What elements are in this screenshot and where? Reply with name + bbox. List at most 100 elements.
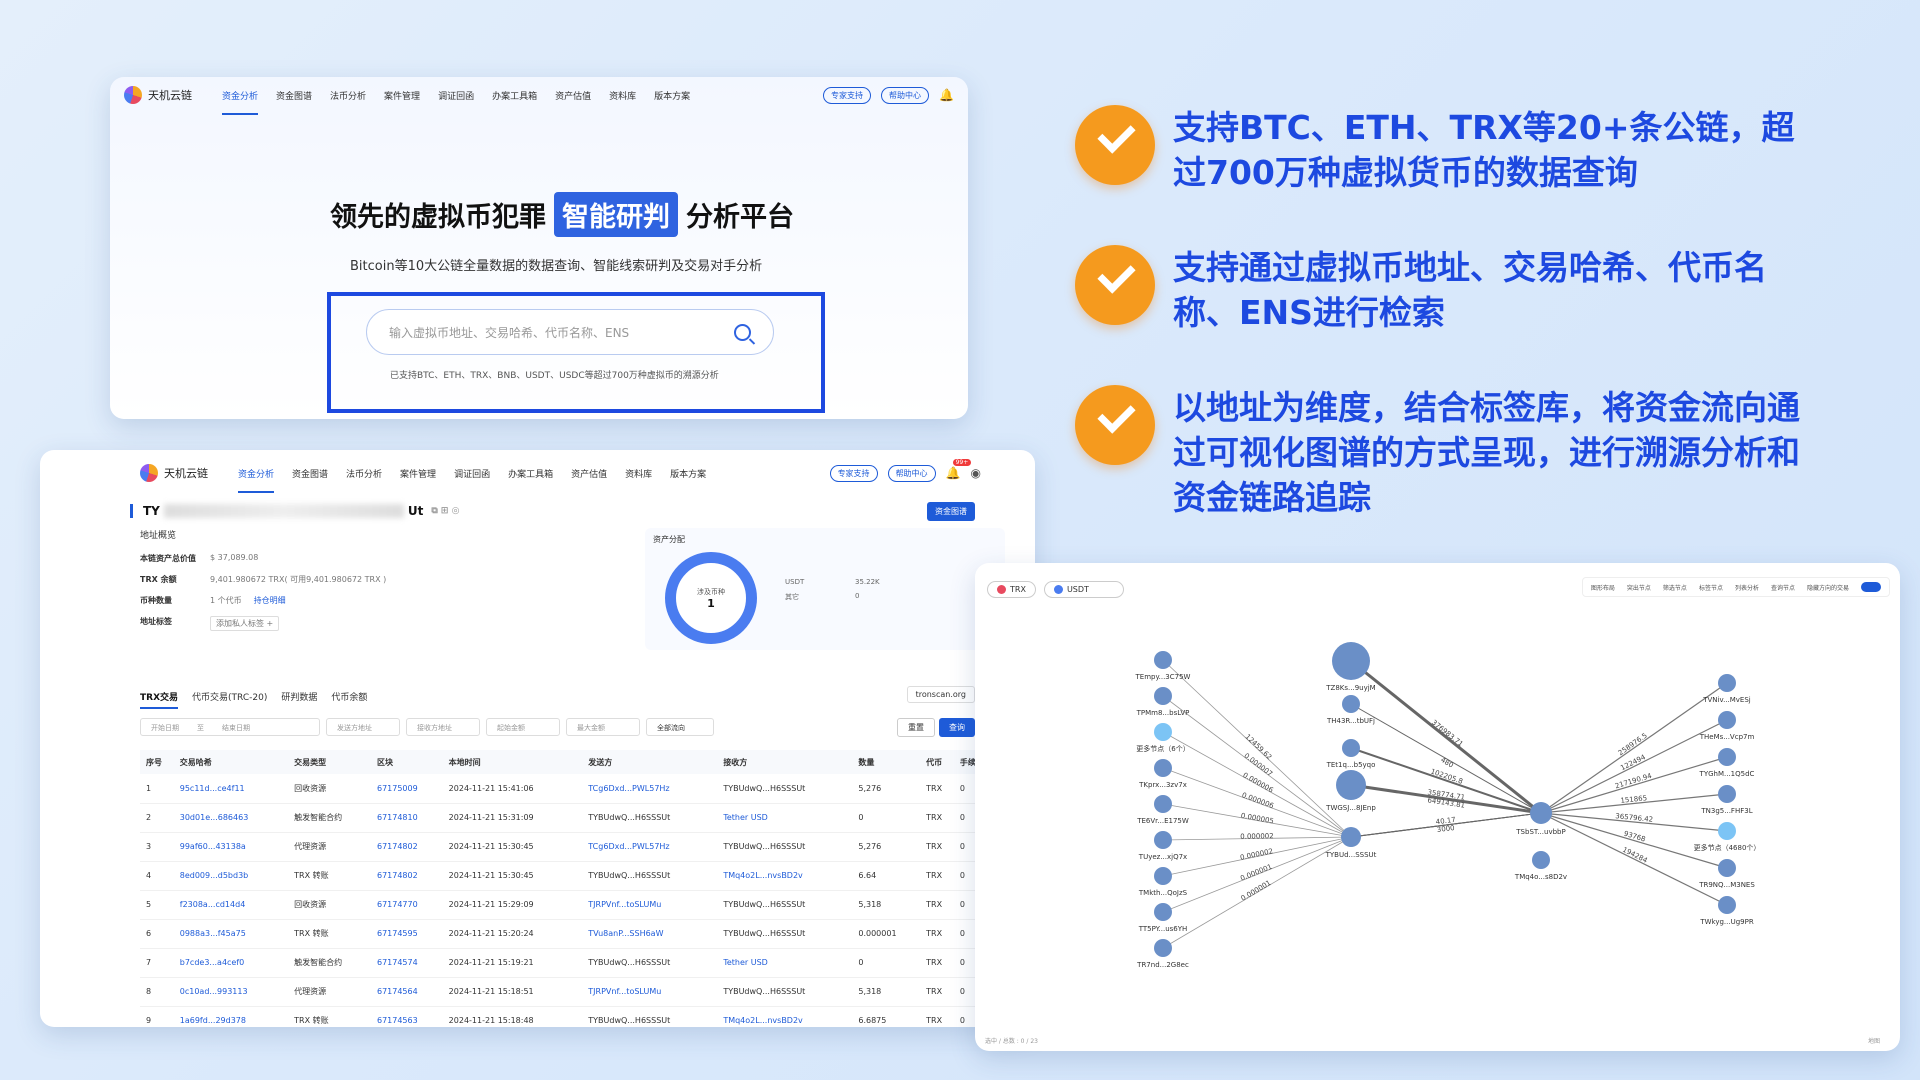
copy-icon[interactable]: ⧉ ⊞ ◎ [431, 506, 459, 516]
expert-support-button[interactable]: 专家支持 [823, 86, 872, 104]
graph-node[interactable] [1718, 748, 1736, 766]
fund-flow-graph[interactable]: 12459.620.0000070.0000060.0000060.000005… [975, 563, 1900, 1051]
table-row[interactable]: 4 8ed009...d5bd3b TRX 转账 67174802 2024-11-21… [140, 861, 1000, 891]
nav-item-graph[interactable]: 资金图谱 [292, 464, 328, 483]
help-center-button[interactable]: 帮助中心 [881, 86, 930, 104]
graph-node[interactable] [1154, 795, 1172, 813]
expert-support-button[interactable]: 专家支持 [829, 464, 878, 482]
nav-item-valuation[interactable]: 资产估值 [571, 464, 607, 483]
table-cell[interactable]: 30d01e...686463 [173, 803, 289, 833]
table-row[interactable]: 1 95c11d...ce4f11 回收资源 67175009 2024-11-21 1… [140, 774, 1000, 804]
logo[interactable]: 天机云链 [140, 464, 208, 482]
nav-item-evidence[interactable]: 调证回函 [454, 464, 490, 483]
graph-node[interactable] [1154, 687, 1172, 705]
graph-node[interactable] [1154, 903, 1172, 921]
search-icon[interactable] [734, 323, 751, 341]
table-cell[interactable]: TMq4o2L...nvsBD2v [717, 861, 853, 891]
graph-node[interactable] [1718, 896, 1736, 914]
graph-node[interactable] [1154, 759, 1172, 777]
nav-item-funds[interactable]: 资金分析 [222, 86, 259, 115]
nav-item-library[interactable]: 资料库 [609, 86, 636, 105]
avatar[interactable]: ◉ [971, 466, 981, 480]
graph-node[interactable] [1342, 739, 1360, 757]
table-cell[interactable]: TYBUdwQ...H6SSSUt [582, 861, 718, 891]
table-cell[interactable]: TYBUdwQ...H6SSSUt [582, 803, 718, 833]
help-center-button[interactable]: 帮助中心 [887, 464, 936, 482]
table-cell[interactable]: TVu8anP...SSH6aW [582, 919, 718, 949]
table-cell[interactable]: TYBUdwQ...H6SSSUt [717, 890, 853, 920]
table-cell[interactable]: Tether USD [717, 948, 853, 978]
table-cell[interactable]: 67175009 [370, 774, 443, 804]
nav-item-toolbox[interactable]: 办案工具箱 [508, 464, 553, 483]
nav-item-graph[interactable]: 资金图谱 [276, 86, 312, 105]
tab-trx-tx[interactable]: TRX交易 [140, 690, 179, 709]
table-cell[interactable]: 67174563 [370, 1006, 443, 1027]
table-cell[interactable]: Tether USD [717, 803, 853, 833]
graph-node[interactable] [1154, 651, 1172, 669]
nav-item-library[interactable]: 资料库 [625, 464, 652, 483]
table-cell[interactable]: TCg6Dxd...PWL57Hz [582, 774, 718, 804]
date-range-input[interactable]: 开始日期 至 结束日期 [140, 718, 320, 736]
table-cell[interactable]: 67174810 [370, 803, 443, 833]
nav-item-funds[interactable]: 资金分析 [238, 464, 275, 493]
table-cell[interactable]: TYBUdwQ...H6SSSUt [717, 919, 853, 949]
table-cell[interactable]: TJRPVnf...toSLUMu [582, 977, 718, 1007]
table-cell[interactable]: 1a69fd...29d378 [173, 1006, 289, 1027]
nav-item-fiat[interactable]: 法币分析 [346, 464, 382, 483]
table-cell[interactable]: TCg6Dxd...PWL57Hz [582, 832, 718, 862]
reset-button[interactable]: 重置 [897, 718, 935, 737]
receiver-input[interactable]: 接收方地址 [406, 718, 480, 736]
table-cell[interactable]: 95c11d...ce4f11 [173, 774, 289, 804]
graph-node[interactable] [1154, 939, 1172, 957]
bell-icon[interactable]: 🔔 [939, 88, 954, 102]
query-button[interactable]: 查询 [939, 718, 975, 737]
table-row[interactable]: 2 30d01e...686463 触发智能合约 67174810 2024-11-21… [140, 803, 1000, 833]
table-cell[interactable]: 67174802 [370, 861, 443, 891]
graph-node[interactable] [1332, 642, 1370, 680]
nav-item-valuation[interactable]: 资产估值 [555, 86, 591, 105]
fund-graph-button[interactable]: 资金图谱 [927, 501, 975, 521]
table-cell[interactable]: 67174802 [370, 832, 443, 862]
nav-item-case[interactable]: 案件管理 [384, 86, 420, 105]
sender-input[interactable]: 发送方地址 [326, 718, 400, 736]
table-cell[interactable]: 67174770 [370, 890, 443, 920]
tool-search[interactable]: 查询节点 [1771, 583, 1795, 592]
more-nodes-button[interactable] [1154, 723, 1172, 741]
search-input[interactable]: 输入虚拟币地址、交易哈希、代币名称、ENS [366, 309, 774, 355]
table-cell[interactable]: b7cde3...a4cef0 [173, 948, 289, 978]
tool-layout[interactable]: 图形布局 [1591, 583, 1615, 592]
tool-list[interactable]: 列表分析 [1735, 583, 1759, 592]
table-cell[interactable]: 67174574 [370, 948, 443, 978]
table-cell[interactable]: TYBUdwQ...H6SSSUt [717, 774, 853, 804]
more-nodes-button[interactable] [1718, 822, 1736, 840]
table-row[interactable]: 7 b7cde3...a4cef0 触发智能合约 67174574 2024-11-21… [140, 948, 1000, 978]
chip-usdt[interactable]: USDT [1043, 581, 1124, 598]
tab-analysis[interactable]: 研判数据 [281, 690, 317, 709]
graph-node[interactable] [1154, 867, 1172, 885]
table-cell[interactable]: 0c10ad...993113 [173, 977, 289, 1007]
max-amount-input[interactable]: 最大金额 [566, 718, 640, 736]
table-cell[interactable]: TMq4o2L...nvsBD2v [717, 1006, 853, 1027]
nav-item-plans[interactable]: 版本方案 [654, 86, 690, 105]
graph-node[interactable] [1336, 770, 1366, 800]
tab-token-balance[interactable]: 代币余额 [331, 690, 367, 709]
table-cell[interactable]: TJRPVnf...toSLUMu [582, 890, 718, 920]
nav-item-toolbox[interactable]: 办案工具箱 [492, 86, 537, 105]
graph-node[interactable] [1532, 851, 1550, 869]
tab-token-tx[interactable]: 代币交易(TRC-20) [192, 690, 267, 709]
table-row[interactable]: 9 1a69fd...29d378 TRX 转账 67174563 2024-11-21… [140, 1006, 1000, 1027]
nav-item-case[interactable]: 案件管理 [400, 464, 436, 483]
table-row[interactable]: 3 99af60...43138a 代理资源 67174802 2024-11-21 1… [140, 832, 1000, 862]
tronscan-link[interactable]: tronscan.org [906, 686, 975, 703]
add-tag-button[interactable]: 添加私人标签 + [210, 616, 280, 631]
direction-select[interactable]: 全部流向 [646, 718, 714, 736]
tool-tag[interactable]: 标签节点 [1699, 583, 1723, 592]
table-cell[interactable]: 67174595 [370, 919, 443, 949]
nav-item-plans[interactable]: 版本方案 [670, 464, 706, 483]
table-row[interactable]: 5 f2308a...cd14d4 回收资源 67174770 2024-11-21 1… [140, 890, 1000, 920]
chip-trx[interactable]: TRX [987, 581, 1036, 598]
holdings-link[interactable]: 持仓明细 [254, 595, 286, 606]
tool-highlight[interactable]: 突出节点 [1627, 583, 1651, 592]
table-cell[interactable]: TYBUdwQ...H6SSSUt [717, 977, 853, 1007]
graph-node[interactable] [1341, 827, 1361, 847]
